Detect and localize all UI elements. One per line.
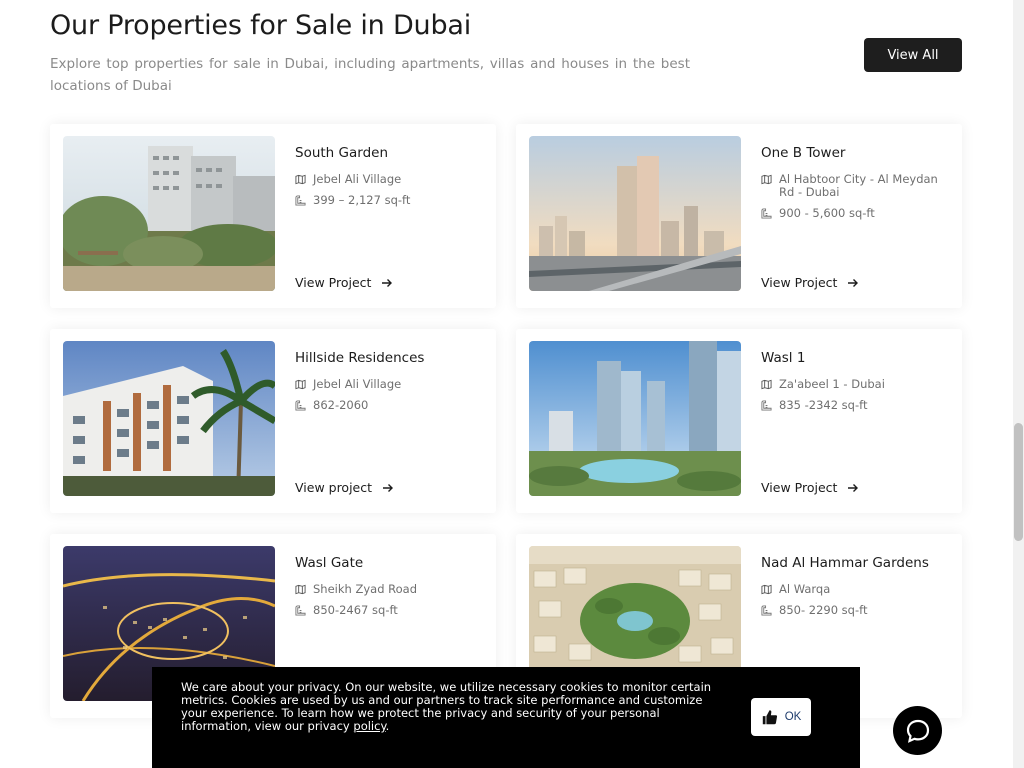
property-area-text: 399 – 2,127 sq-ft bbox=[313, 193, 411, 207]
thumbs-up-icon bbox=[761, 708, 779, 726]
property-image[interactable] bbox=[529, 136, 741, 291]
view-all-button[interactable]: View All bbox=[864, 38, 962, 72]
property-location: Jebel Ali Village bbox=[295, 378, 485, 391]
chat-bubble-icon bbox=[905, 718, 931, 744]
property-card[interactable]: One B Tower Al Habtoor City - Al Meydan … bbox=[516, 124, 962, 308]
cookie-ok-button[interactable]: OK bbox=[751, 698, 811, 736]
map-icon bbox=[295, 174, 306, 185]
property-area-text: 850- 2290 sq-ft bbox=[779, 603, 868, 617]
property-location: Al Habtoor City - Al Meydan Rd - Dubai bbox=[761, 173, 951, 199]
property-area-text: 862-2060 bbox=[313, 398, 369, 412]
property-area-text: 900 - 5,600 sq-ft bbox=[779, 206, 875, 220]
property-area-text: 850-2467 sq-ft bbox=[313, 603, 398, 617]
property-info: Wasl 1 Za'abeel 1 - Dubai 835 -2342 sq-f… bbox=[761, 350, 951, 420]
property-card[interactable]: Hillside Residences Jebel Ali Village 86… bbox=[50, 329, 496, 513]
property-area: 835 -2342 sq-ft bbox=[761, 399, 951, 412]
property-name[interactable]: Wasl Gate bbox=[295, 555, 485, 571]
property-info: Hillside Residences Jebel Ali Village 86… bbox=[295, 350, 485, 420]
property-name[interactable]: One B Tower bbox=[761, 145, 951, 161]
cookie-message: We care about your privacy. On our websi… bbox=[181, 680, 712, 733]
area-measure-icon bbox=[295, 195, 306, 206]
property-name[interactable]: South Garden bbox=[295, 145, 485, 161]
scrollbar-thumb[interactable] bbox=[1014, 423, 1023, 541]
property-area: 900 - 5,600 sq-ft bbox=[761, 207, 951, 220]
property-area: 850- 2290 sq-ft bbox=[761, 604, 951, 617]
map-icon bbox=[295, 584, 306, 595]
map-icon bbox=[761, 584, 772, 595]
view-project-label: View Project bbox=[295, 275, 372, 290]
property-card[interactable]: Wasl 1 Za'abeel 1 - Dubai 835 -2342 sq-f… bbox=[516, 329, 962, 513]
area-measure-icon bbox=[761, 605, 772, 616]
property-info: One B Tower Al Habtoor City - Al Meydan … bbox=[761, 145, 951, 228]
property-info: Wasl Gate Sheikh Zyad Road 850-2467 sq-f… bbox=[295, 555, 485, 625]
map-icon bbox=[761, 174, 772, 185]
cookie-ok-label: OK bbox=[784, 711, 802, 723]
cookie-banner: We care about your privacy. On our websi… bbox=[152, 667, 860, 768]
property-info: South Garden Jebel Ali Village 399 – 2,1… bbox=[295, 145, 485, 215]
property-area-text: 835 -2342 sq-ft bbox=[779, 398, 868, 412]
view-project-link[interactable]: View Project bbox=[761, 275, 859, 290]
property-location: Za'abeel 1 - Dubai bbox=[761, 378, 951, 391]
property-area: 399 – 2,127 sq-ft bbox=[295, 194, 485, 207]
property-name[interactable]: Nad Al Hammar Gardens bbox=[761, 555, 951, 571]
view-project-link[interactable]: View Project bbox=[295, 275, 393, 290]
area-measure-icon bbox=[761, 208, 772, 219]
property-location: Sheikh Zyad Road bbox=[295, 583, 485, 596]
map-icon bbox=[761, 379, 772, 390]
property-location: Jebel Ali Village bbox=[295, 173, 485, 186]
property-image[interactable] bbox=[529, 341, 741, 496]
property-area: 862-2060 bbox=[295, 399, 485, 412]
arrow-right-icon bbox=[381, 277, 393, 289]
page-scrollbar[interactable] bbox=[1013, 0, 1024, 768]
property-card[interactable]: South Garden Jebel Ali Village 399 – 2,1… bbox=[50, 124, 496, 308]
arrow-right-icon bbox=[847, 482, 859, 494]
property-info: Nad Al Hammar Gardens Al Warqa 850- 2290… bbox=[761, 555, 951, 625]
map-icon bbox=[295, 379, 306, 390]
view-project-link[interactable]: View Project bbox=[761, 480, 859, 495]
area-measure-icon bbox=[761, 400, 772, 411]
page-subtitle: Explore top properties for sale in Dubai… bbox=[50, 56, 690, 94]
arrow-right-icon bbox=[382, 482, 394, 494]
area-measure-icon bbox=[295, 400, 306, 411]
property-location-text: Al Warqa bbox=[779, 582, 831, 596]
chat-button[interactable] bbox=[893, 706, 942, 755]
property-name[interactable]: Wasl 1 bbox=[761, 350, 951, 366]
property-location: Al Warqa bbox=[761, 583, 951, 596]
property-image[interactable] bbox=[63, 136, 275, 291]
area-measure-icon bbox=[295, 605, 306, 616]
property-image[interactable] bbox=[63, 341, 275, 496]
property-location-text: Za'abeel 1 - Dubai bbox=[779, 377, 885, 391]
view-project-label: View Project bbox=[761, 480, 838, 495]
property-location-text: Sheikh Zyad Road bbox=[313, 582, 418, 596]
arrow-right-icon bbox=[847, 277, 859, 289]
privacy-policy-link[interactable]: policy bbox=[353, 719, 385, 733]
property-name[interactable]: Hillside Residences bbox=[295, 350, 485, 366]
page-title: Our Properties for Sale in Dubai bbox=[50, 10, 472, 41]
property-location-text: Jebel Ali Village bbox=[313, 172, 402, 186]
cookie-text: We care about your privacy. On our websi… bbox=[181, 680, 712, 733]
property-area: 850-2467 sq-ft bbox=[295, 604, 485, 617]
view-project-label: View Project bbox=[761, 275, 838, 290]
page: Our Properties for Sale in Dubai Explore… bbox=[0, 0, 1024, 768]
property-location-text: Al Habtoor City - Al Meydan Rd - Dubai bbox=[779, 172, 938, 199]
view-project-link[interactable]: View project bbox=[295, 480, 394, 495]
property-location-text: Jebel Ali Village bbox=[313, 377, 402, 391]
view-project-label: View project bbox=[295, 480, 373, 495]
